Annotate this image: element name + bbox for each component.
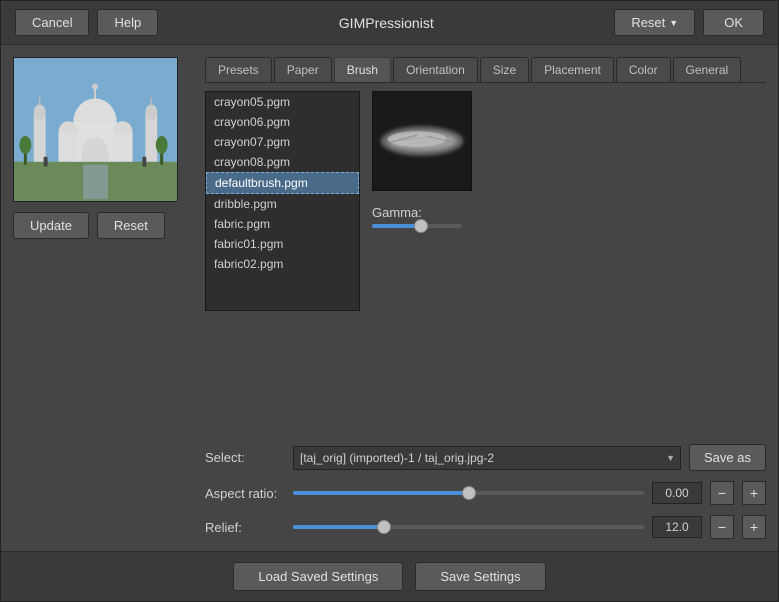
relief-plus[interactable]: +	[742, 515, 766, 539]
help-button[interactable]: Help	[97, 9, 158, 36]
preview-svg	[14, 58, 177, 201]
select-row: Select: [taj_orig] (imported)-1 / taj_or…	[205, 444, 766, 471]
left-reset-button[interactable]: Reset	[97, 212, 165, 239]
gamma-label: Gamma:	[372, 205, 766, 220]
reset-button[interactable]: Reset ▼	[614, 9, 695, 36]
preview-image	[13, 57, 178, 202]
footer: Load Saved Settings Save Settings	[1, 551, 778, 601]
brush-item-crayon08[interactable]: crayon08.pgm	[206, 152, 359, 172]
gamma-slider-container	[372, 224, 766, 228]
aspect-ratio-value[interactable]	[652, 482, 702, 504]
update-button[interactable]: Update	[13, 212, 89, 239]
load-saved-settings-button[interactable]: Load Saved Settings	[233, 562, 403, 591]
cancel-button[interactable]: Cancel	[15, 9, 89, 36]
brush-item-defaultbrush[interactable]: defaultbrush.pgm	[206, 172, 359, 194]
header-right: Reset ▼ OK	[614, 9, 764, 36]
brush-item-fabric[interactable]: fabric.pgm	[206, 214, 359, 234]
select-dropdown[interactable]: [taj_orig] (imported)-1 / taj_orig.jpg-2	[293, 446, 681, 470]
tab-color[interactable]: Color	[616, 57, 671, 82]
dialog-title: GIMPressionist	[158, 15, 614, 31]
brush-preview	[372, 91, 472, 191]
brush-item-crayon06[interactable]: crayon06.pgm	[206, 112, 359, 132]
aspect-ratio-label: Aspect ratio:	[205, 486, 285, 501]
brush-item-crayon07[interactable]: crayon07.pgm	[206, 132, 359, 152]
left-panel: Update Reset	[13, 57, 193, 539]
select-wrapper: [taj_orig] (imported)-1 / taj_orig.jpg-2	[293, 446, 681, 470]
relief-value[interactable]	[652, 516, 702, 538]
aspect-ratio-minus[interactable]: −	[710, 481, 734, 505]
brush-item-fabric01[interactable]: fabric01.pgm	[206, 234, 359, 254]
brush-preview-svg	[373, 91, 471, 191]
header-left: Cancel Help	[15, 9, 158, 36]
brush-content: crayon05.pgm crayon06.pgm crayon07.pgm c…	[205, 91, 766, 438]
right-panel: Presets Paper Brush Orientation Size Pla…	[205, 57, 766, 539]
select-label: Select:	[205, 450, 285, 465]
relief-minus[interactable]: −	[710, 515, 734, 539]
reset-label: Reset	[631, 15, 665, 30]
header: Cancel Help GIMPressionist Reset ▼ OK	[1, 1, 778, 45]
save-settings-button[interactable]: Save Settings	[415, 562, 545, 591]
relief-row: Relief: − +	[205, 515, 766, 539]
ok-button[interactable]: OK	[703, 9, 764, 36]
brush-item-crayon05[interactable]: crayon05.pgm	[206, 92, 359, 112]
aspect-ratio-plus[interactable]: +	[742, 481, 766, 505]
dialog: Cancel Help GIMPressionist Reset ▼ OK	[0, 0, 779, 602]
brush-item-fabric02[interactable]: fabric02.pgm	[206, 254, 359, 274]
tab-paper[interactable]: Paper	[274, 57, 332, 82]
tab-general[interactable]: General	[673, 57, 742, 82]
tab-size[interactable]: Size	[480, 57, 529, 82]
tab-presets[interactable]: Presets	[205, 57, 272, 82]
tab-orientation[interactable]: Orientation	[393, 57, 478, 82]
relief-label: Relief:	[205, 520, 285, 535]
relief-slider[interactable]	[293, 525, 644, 529]
chevron-down-icon: ▼	[669, 18, 678, 28]
aspect-ratio-slider[interactable]	[293, 491, 644, 495]
tabs: Presets Paper Brush Orientation Size Pla…	[205, 57, 766, 83]
brush-right: Gamma:	[372, 91, 766, 438]
aspect-ratio-row: Aspect ratio: − +	[205, 481, 766, 505]
tab-brush[interactable]: Brush	[334, 57, 391, 82]
left-buttons: Update Reset	[13, 212, 193, 239]
gamma-slider[interactable]	[372, 224, 462, 228]
brush-item-dribble[interactable]: dribble.pgm	[206, 194, 359, 214]
save-as-button[interactable]: Save as	[689, 444, 766, 471]
brush-list[interactable]: crayon05.pgm crayon06.pgm crayon07.pgm c…	[205, 91, 360, 311]
gamma-row: Gamma:	[372, 205, 766, 228]
main-content: Update Reset Presets Paper Brush Orienta…	[1, 45, 778, 551]
tab-placement[interactable]: Placement	[531, 57, 614, 82]
bottom-controls: Select: [taj_orig] (imported)-1 / taj_or…	[205, 444, 766, 539]
